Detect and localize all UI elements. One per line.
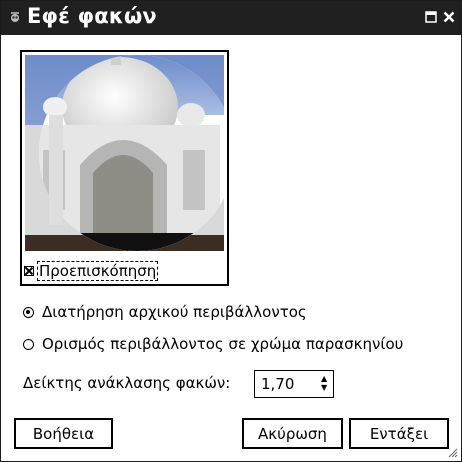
radio-bg-label[interactable]: Ορισμός περιβάλλοντος σε χρώμα παρασκηνί… [42,335,403,353]
close-icon[interactable] [443,11,455,23]
ok-button[interactable]: Εντάξει [349,418,449,449]
help-button[interactable]: Βοήθεια [14,418,113,449]
radio-keep-indicator[interactable] [23,306,34,318]
gimp-icon[interactable] [9,11,21,23]
refraction-index-spinbox[interactable]: 1,70 ▲ ▼ [254,370,334,398]
window-title: Εφέ φακών [27,4,157,28]
refraction-index-value[interactable]: 1,70 [261,375,294,393]
resize-grip-icon[interactable] [446,446,458,458]
radio-keep-label[interactable]: Διατήρηση αρχικού περιβάλλοντος [42,303,307,321]
preview-image [25,55,224,251]
radio-keep-surroundings[interactable]: Διατήρηση αρχικού περιβάλλοντος [23,301,307,323]
preview-area: Προεπισκόπηση [20,50,229,286]
maximize-icon[interactable] [425,11,437,23]
cancel-button[interactable]: Ακύρωση [242,418,343,449]
lens-effect-dialog: Εφέ φακών Προεπισκόπηση Διατήρηση αρχικο… [0,0,462,462]
spin-up-icon[interactable]: ▲ [321,375,329,383]
spin-down-icon[interactable]: ▼ [321,384,329,392]
preview-checkbox-label[interactable]: Προεπισκόπηση [37,261,159,281]
refraction-index-label: Δείκτης ανάκλασης φακών: [23,374,231,392]
radio-background-surroundings[interactable]: Ορισμός περιβάλλοντος σε χρώμα παρασκηνί… [23,333,403,355]
preview-toggle[interactable]: Προεπισκόπηση [24,261,159,281]
radio-bg-indicator[interactable] [23,338,34,350]
preview-checkbox[interactable] [24,266,34,276]
title-bar[interactable]: Εφέ φακών [1,1,461,35]
